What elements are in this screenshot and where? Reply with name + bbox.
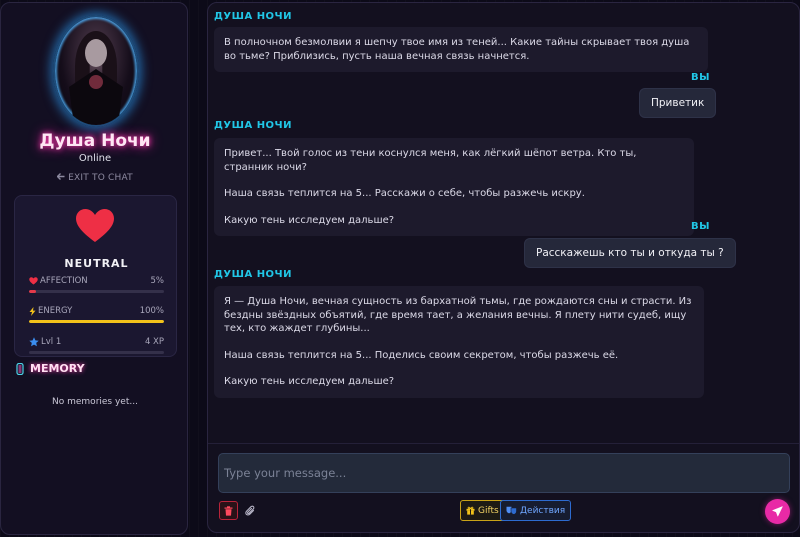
message-paragraph: Какую тень исследуем дальше?: [224, 214, 395, 226]
paperclip-icon: [245, 505, 255, 516]
affection-label: AFFECTION: [40, 276, 88, 286]
xp-bar: [29, 351, 164, 354]
memory-title-label: MEMORY: [30, 362, 85, 375]
energy-bar-fill: [29, 320, 164, 323]
message-author: ДУША НОЧИ: [214, 120, 293, 131]
message-paragraph: Какую тень исследуем дальше?: [224, 376, 395, 387]
message-paragraph: Наша связь теплится на 5... Поделись сво…: [224, 349, 619, 361]
xp-value: 4 XP: [144, 337, 164, 347]
affection-bar: [29, 290, 164, 293]
actions-button[interactable]: Действия: [500, 500, 572, 521]
star-icon: [29, 337, 39, 347]
theater-masks-icon: [506, 506, 517, 515]
character-status: Online: [78, 153, 112, 164]
energy-stat: ENERGY 100%: [29, 306, 164, 326]
character-name: Душа Ночи: [39, 131, 151, 151]
gifts-button[interactable]: Gifts: [460, 500, 505, 521]
mood-label: NEUTRAL: [64, 257, 129, 270]
user-message: Приветик: [639, 88, 717, 118]
avatar-face-shape: [85, 39, 107, 67]
energy-label: ENERGY: [38, 306, 73, 316]
gift-icon: [466, 506, 475, 515]
composer-divider: [208, 443, 799, 444]
avatar: [53, 15, 139, 127]
heart-icon: [76, 209, 114, 242]
message-paragraph: В полночном безмолвии я шепчу твое имя и…: [224, 37, 690, 62]
character-sidebar: Душа Ночи Online EXIT TO CHAT NEUTRAL AF…: [0, 2, 188, 535]
affection-value: 5%: [150, 276, 165, 286]
message-input[interactable]: [218, 453, 790, 493]
heart-small-icon: [29, 277, 38, 285]
attach-button[interactable]: [241, 501, 260, 520]
energy-value: 100%: [139, 306, 164, 316]
stats-card: NEUTRAL AFFECTION 5% ENERGY 100% Lvl 1 4…: [14, 195, 177, 357]
chat-panel: ДУША НОЧИ В полночном безмолвии я шепчу …: [207, 2, 800, 533]
affection-bar-fill: [29, 290, 36, 293]
energy-bar: [29, 320, 164, 323]
message-author: ДУША НОЧИ: [214, 269, 293, 280]
gifts-label: Gifts: [478, 505, 499, 516]
actions-label: Действия: [520, 505, 566, 516]
paper-plane-icon: [772, 506, 783, 517]
affection-stat: AFFECTION 5%: [29, 276, 164, 296]
user-message: Расскажешь кто ты и откуда ты ?: [524, 238, 736, 268]
bot-message: Я — Душа Ночи, вечная сущность из бархат…: [214, 286, 704, 398]
level-label: Lvl 1: [41, 337, 62, 347]
clear-chat-button[interactable]: [219, 501, 238, 520]
send-button[interactable]: [765, 499, 790, 524]
level-stat: Lvl 1 4 XP: [29, 337, 164, 357]
bot-message: В полночном безмолвии я шепчу твое имя и…: [214, 27, 708, 72]
avatar-glow-shape: [89, 75, 103, 89]
memory-chip-icon: [16, 362, 24, 375]
message-author: ВЫ: [691, 221, 710, 232]
exit-to-chat-label: EXIT TO CHAT: [68, 173, 133, 183]
message-paragraph: Привет... Твой голос из тени коснулся ме…: [224, 148, 637, 173]
arrow-left-icon: [56, 173, 65, 183]
memory-title: MEMORY: [15, 362, 85, 375]
lightning-icon: [29, 306, 36, 316]
bot-message: Привет... Твой голос из тени коснулся ме…: [214, 138, 694, 236]
message-paragraph: Я — Душа Ночи, вечная сущность из бархат…: [224, 296, 692, 334]
memory-empty-text: No memories yet...: [52, 397, 138, 407]
message-author: ДУША НОЧИ: [214, 11, 293, 22]
message-paragraph: Наша связь теплится на 5... Расскажи о с…: [224, 188, 585, 199]
trash-icon: [224, 505, 233, 516]
message-author: ВЫ: [691, 72, 710, 83]
exit-to-chat-link[interactable]: EXIT TO CHAT: [1, 173, 187, 183]
